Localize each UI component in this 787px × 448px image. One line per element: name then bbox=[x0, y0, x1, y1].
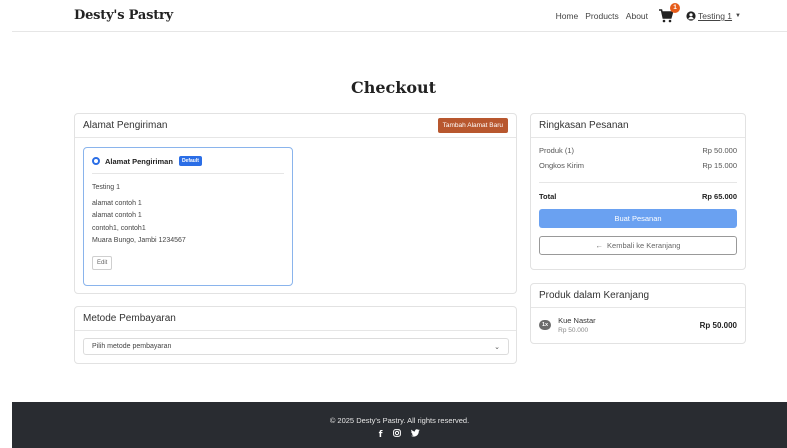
payment-method-card: Metode Pembayaran Pilih metode pembayara… bbox=[74, 306, 517, 364]
total-value: Rp 65.000 bbox=[701, 192, 737, 201]
user-circle-icon bbox=[686, 11, 696, 21]
footer: © 2025 Desty's Pastry. All rights reserv… bbox=[12, 402, 787, 448]
card-title: Ringkasan Pesanan bbox=[539, 120, 629, 131]
order-summary-card: Ringkasan Pesanan Produk (1) Rp 50.000 O… bbox=[530, 113, 746, 270]
nav-links: Home Products About 1 Testing 1 ▼ bbox=[549, 3, 741, 26]
card-title: Produk dalam Keranjang bbox=[539, 290, 650, 301]
copyright-text: © 2025 Desty's Pastry. All rights reserv… bbox=[329, 416, 470, 425]
address-details: Testing 1 alamat contoh 1 alamat contoh … bbox=[92, 182, 284, 248]
brand-logo[interactable]: Desty's Pastry bbox=[74, 8, 173, 23]
address-line: alamat contoh 1 bbox=[92, 212, 142, 219]
chevron-down-icon: ⌄ bbox=[494, 343, 500, 351]
nav-link-home[interactable]: Home bbox=[556, 11, 579, 21]
summary-value: Rp 15.000 bbox=[702, 161, 737, 170]
card-header: Produk dalam Keranjang bbox=[531, 284, 745, 308]
address-radio[interactable] bbox=[92, 157, 100, 165]
card-title: Alamat Pengiriman bbox=[83, 120, 168, 131]
payment-method-select[interactable]: Pilih metode pembayaran ⌄ bbox=[83, 338, 509, 355]
user-menu[interactable]: Testing 1 ▼ bbox=[686, 11, 741, 21]
card-header: Metode Pembayaran bbox=[75, 307, 516, 331]
address-line: contoh1, contoh1 bbox=[92, 224, 146, 232]
summary-label: Ongkos Kirim bbox=[539, 161, 585, 170]
summary-value: Rp 50.000 bbox=[702, 146, 737, 155]
summary-row-total: Total Rp 65.000 bbox=[531, 192, 745, 201]
cart-count-badge: 1 bbox=[670, 3, 681, 13]
shipping-address-card: Alamat Pengiriman Tambah Alamat Baru Ala… bbox=[74, 113, 517, 294]
default-badge: Default bbox=[178, 156, 202, 166]
facebook-icon[interactable]: f bbox=[379, 430, 383, 440]
twitter-icon[interactable] bbox=[411, 429, 420, 439]
address-option-header: Alamat Pengiriman Default bbox=[92, 156, 284, 174]
summary-row-shipping: Ongkos Kirim Rp 15.000 bbox=[531, 161, 745, 170]
card-title: Metode Pembayaran bbox=[83, 313, 176, 324]
address-line: Muara Bungo, Jambi 1234567 bbox=[92, 237, 186, 244]
back-to-cart-label: Kembali ke Keranjang bbox=[607, 241, 681, 250]
address-option[interactable]: Alamat Pengiriman Default Testing 1 alam… bbox=[83, 147, 293, 286]
caret-down-icon: ▼ bbox=[735, 13, 741, 19]
summary-row-product: Produk (1) Rp 50.000 bbox=[531, 146, 745, 155]
cart-products-card: Produk dalam Keranjang 1x Kue Nastar Rp … bbox=[530, 283, 746, 344]
select-placeholder: Pilih metode pembayaran bbox=[92, 343, 172, 350]
item-total: Rp 50.000 bbox=[699, 320, 737, 330]
card-header: Alamat Pengiriman Tambah Alamat Baru bbox=[75, 114, 516, 138]
arrow-left-icon: ← bbox=[595, 241, 604, 250]
user-name: Testing 1 bbox=[698, 11, 733, 21]
add-address-button[interactable]: Tambah Alamat Baru bbox=[437, 118, 508, 133]
recipient-name: Testing 1 bbox=[92, 184, 121, 191]
address-option-label: Alamat Pengiriman bbox=[105, 156, 173, 166]
cart-button[interactable]: 1 bbox=[658, 3, 681, 24]
nav-link-products[interactable]: Products bbox=[585, 11, 619, 21]
item-name: Kue Nastar bbox=[558, 316, 596, 325]
summary-label: Produk (1) bbox=[539, 146, 575, 155]
instagram-icon[interactable] bbox=[392, 429, 401, 439]
item-info: Kue Nastar Rp 50.000 bbox=[558, 316, 700, 334]
list-item: 1x Kue Nastar Rp 50.000 Rp 50.000 bbox=[531, 316, 745, 334]
back-to-cart-button[interactable]: ← Kembali ke Keranjang bbox=[539, 236, 737, 255]
page-title: Checkout bbox=[350, 78, 437, 97]
total-label: Total bbox=[539, 192, 557, 201]
nav-link-about[interactable]: About bbox=[626, 11, 648, 21]
item-price: Rp 50.000 bbox=[558, 327, 589, 334]
quantity-badge: 1x bbox=[539, 320, 552, 330]
social-links: f bbox=[12, 429, 787, 440]
divider bbox=[539, 182, 737, 183]
place-order-button[interactable]: Buat Pesanan bbox=[539, 209, 737, 228]
navbar: Desty's Pastry Home Products About 1 Tes… bbox=[12, 0, 787, 32]
address-line: alamat contoh 1 bbox=[92, 199, 142, 207]
edit-address-button[interactable]: Edit bbox=[92, 255, 113, 270]
card-header: Ringkasan Pesanan bbox=[531, 114, 745, 138]
